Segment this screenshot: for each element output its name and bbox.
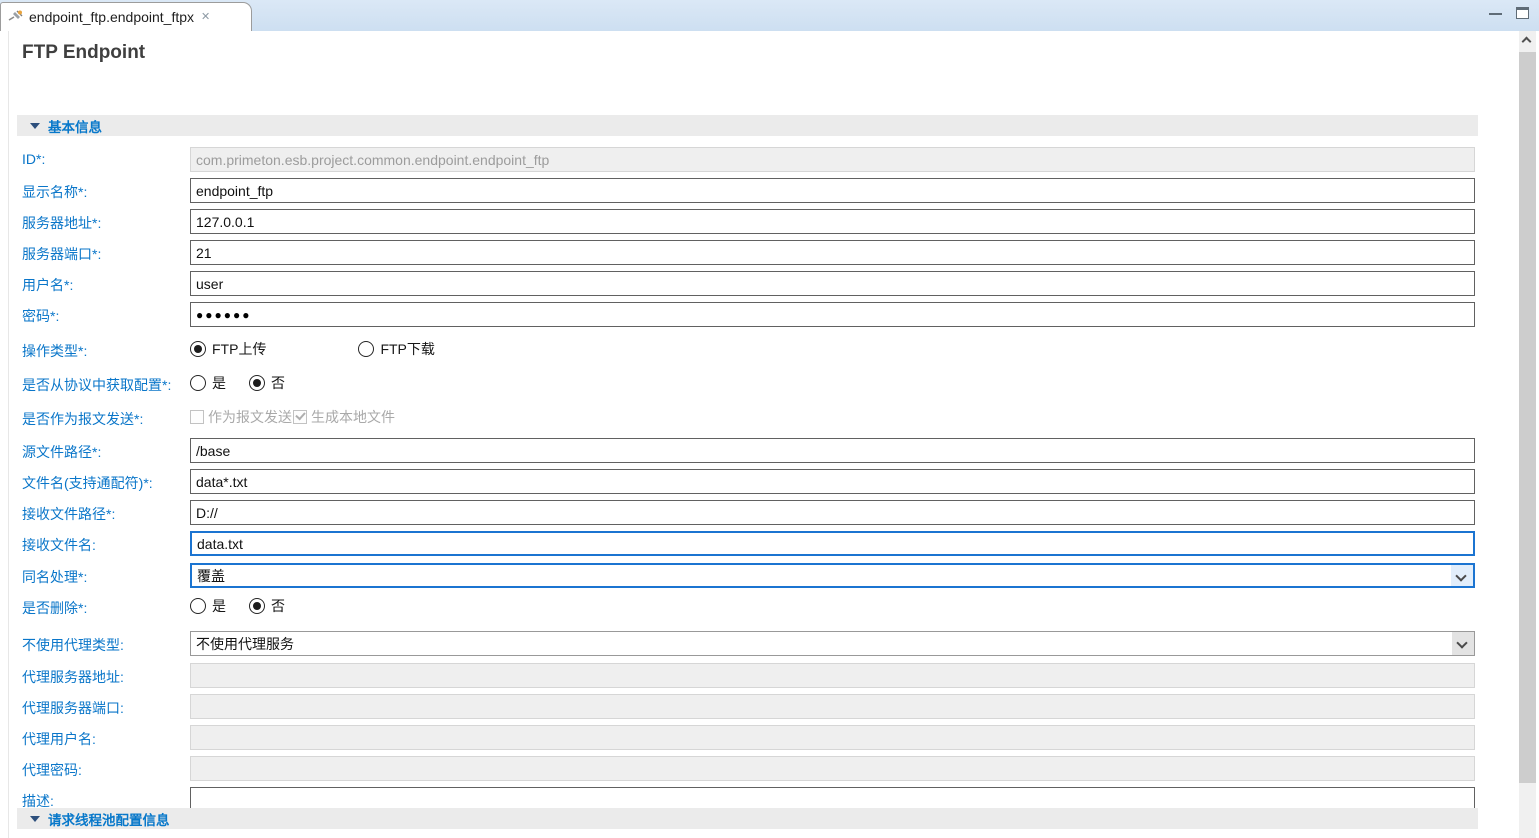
label-delete-flag: 是否删除*: bbox=[22, 600, 88, 616]
proxy-password-field bbox=[190, 756, 1475, 781]
label-source-path: 源文件路径*: bbox=[22, 444, 102, 460]
section-basic-info[interactable]: 基本信息 bbox=[17, 115, 1478, 136]
receive-path-field[interactable] bbox=[190, 500, 1475, 525]
id-field bbox=[190, 147, 1475, 172]
send-as-message-group: 作为报文发送 生成本地文件 bbox=[190, 409, 395, 425]
label-display-name: 显示名称*: bbox=[22, 184, 88, 200]
checkbox-generate-local-file bbox=[293, 410, 307, 424]
delete-flag-group: 是 否 bbox=[190, 597, 285, 614]
radio-ftp-upload-label[interactable]: FTP上传 bbox=[212, 339, 266, 359]
vertical-scrollbar[interactable] bbox=[1519, 31, 1536, 838]
radio-delete-yes[interactable] bbox=[190, 597, 206, 614]
chevron-down-icon bbox=[1455, 570, 1467, 582]
radio-protocol-yes[interactable] bbox=[190, 374, 206, 391]
radio-ftp-download[interactable] bbox=[358, 340, 375, 357]
server-address-field[interactable] bbox=[190, 209, 1475, 234]
label-same-name-handling: 同名处理*: bbox=[22, 569, 88, 585]
label-receive-path: 接收文件路径*: bbox=[22, 506, 116, 522]
minimize-view-icon[interactable] bbox=[1489, 10, 1502, 15]
proxy-type-value: 不使用代理服务 bbox=[196, 635, 294, 652]
radio-ftp-download-label[interactable]: FTP下载 bbox=[380, 339, 434, 359]
chevron-down-icon bbox=[1456, 637, 1468, 649]
scrollbar-thumb[interactable] bbox=[1519, 52, 1536, 783]
proxy-type-select[interactable]: 不使用代理服务 bbox=[190, 631, 1475, 656]
section-thread-pool[interactable]: 请求线程池配置信息 bbox=[17, 808, 1478, 829]
section-thread-pool-title: 请求线程池配置信息 bbox=[48, 812, 170, 828]
radio-delete-no-label[interactable]: 否 bbox=[271, 596, 285, 616]
label-proxy-username: 代理用户名: bbox=[22, 731, 96, 747]
form-left-border bbox=[8, 31, 9, 838]
proxy-address-field bbox=[190, 663, 1475, 688]
same-name-handling-select[interactable]: 覆盖 bbox=[190, 563, 1475, 588]
label-username: 用户名*: bbox=[22, 277, 74, 293]
endpoint-plug-icon bbox=[8, 10, 23, 21]
label-config-from-protocol: 是否从协议中获取配置*: bbox=[22, 377, 172, 393]
label-send-as-message: 是否作为报文发送*: bbox=[22, 411, 144, 427]
tab-title: endpoint_ftp.endpoint_ftpx bbox=[29, 9, 195, 25]
section-basic-title: 基本信息 bbox=[48, 119, 102, 135]
operation-type-group: FTP上传 FTP下载 bbox=[190, 340, 435, 357]
label-password: 密码*: bbox=[22, 308, 60, 324]
radio-protocol-no[interactable] bbox=[249, 374, 265, 391]
label-proxy-address: 代理服务器地址: bbox=[22, 669, 124, 685]
tab-close-icon[interactable]: ✕ bbox=[201, 11, 210, 23]
tab-endpoint-ftp[interactable]: endpoint_ftp.endpoint_ftpx ✕ bbox=[0, 2, 252, 31]
collapse-triangle-icon bbox=[30, 815, 40, 822]
password-field[interactable] bbox=[190, 302, 1475, 327]
collapse-triangle-icon bbox=[30, 122, 40, 129]
label-operation-type: 操作类型*: bbox=[22, 343, 88, 359]
checkbox-send-as-message-label: 作为报文发送 bbox=[208, 409, 292, 425]
dropdown-button[interactable] bbox=[1452, 632, 1474, 655]
radio-ftp-upload[interactable] bbox=[190, 340, 206, 357]
label-receive-file-name: 接收文件名: bbox=[22, 537, 96, 553]
label-server-port: 服务器端口*: bbox=[22, 246, 102, 262]
radio-delete-no[interactable] bbox=[249, 597, 265, 614]
checkbox-send-as-message bbox=[190, 410, 204, 424]
same-name-handling-value: 覆盖 bbox=[197, 567, 225, 584]
radio-delete-yes-label[interactable]: 是 bbox=[212, 596, 226, 616]
maximize-view-icon[interactable] bbox=[1516, 7, 1529, 19]
username-field[interactable] bbox=[190, 271, 1475, 296]
dropdown-button[interactable] bbox=[1451, 565, 1473, 586]
label-proxy-type: 不使用代理类型: bbox=[22, 637, 124, 653]
source-path-field[interactable] bbox=[190, 438, 1475, 463]
label-file-name: 文件名(支持通配符)*: bbox=[22, 475, 153, 491]
label-proxy-port: 代理服务器端口: bbox=[22, 700, 124, 716]
proxy-port-field bbox=[190, 694, 1475, 719]
proxy-username-field bbox=[190, 725, 1475, 750]
label-server-address: 服务器地址*: bbox=[22, 215, 102, 231]
receive-file-name-field[interactable] bbox=[190, 531, 1475, 556]
chevron-up-icon bbox=[1521, 36, 1532, 47]
file-name-field[interactable] bbox=[190, 469, 1475, 494]
radio-protocol-yes-label[interactable]: 是 bbox=[212, 373, 226, 393]
label-proxy-password: 代理密码: bbox=[22, 762, 82, 778]
label-id: ID*: bbox=[22, 151, 46, 167]
checkbox-generate-local-file-label: 生成本地文件 bbox=[311, 409, 395, 425]
radio-protocol-no-label[interactable]: 否 bbox=[271, 373, 285, 393]
page-title: FTP Endpoint bbox=[22, 42, 146, 63]
server-port-field[interactable] bbox=[190, 240, 1475, 265]
display-name-field[interactable] bbox=[190, 178, 1475, 203]
editor-tab-bar: endpoint_ftp.endpoint_ftpx ✕ bbox=[0, 0, 1539, 31]
config-from-protocol-group: 是 否 bbox=[190, 374, 285, 391]
scrollbar-up-button[interactable] bbox=[1519, 31, 1536, 48]
ftp-endpoint-form: FTP Endpoint 基本信息 ID*: 显示名称*: 服务器地址*: 服务… bbox=[0, 31, 1519, 838]
